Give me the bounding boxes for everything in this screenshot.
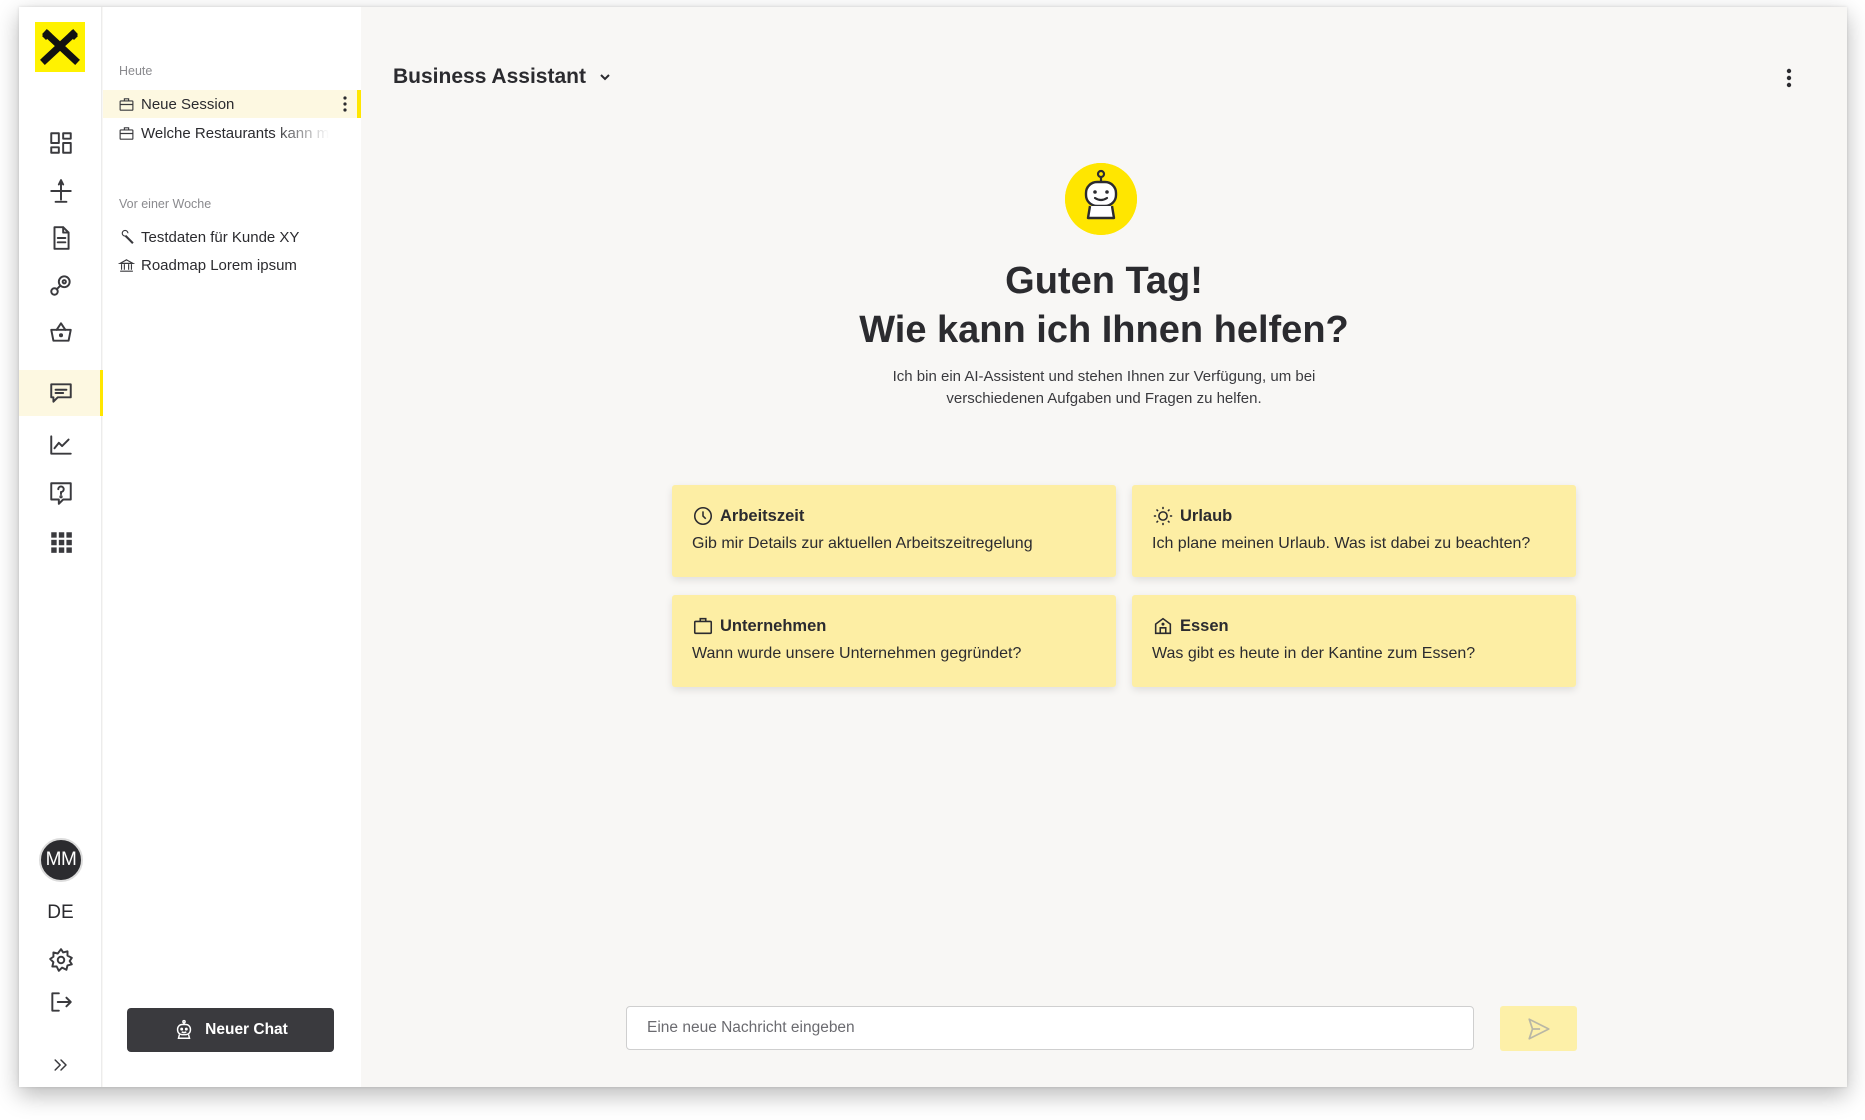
session-label: Roadmap Lorem ipsum [141,256,297,274]
suggestion-card-urlaub[interactable]: Urlaub Ich plane meinen Urlaub. Was ist … [1132,485,1576,577]
clock-icon [693,506,713,526]
briefcase-icon [693,617,713,635]
greeting-title: Guten Tag! [1005,260,1203,302]
session-sidebar: Heute Neue Session Welche Restaurants ka… [103,7,361,1087]
icon-rail: MM DE [19,7,104,1087]
card-text: Gib mir Details zur aktuellen Arbeitszei… [692,535,1033,552]
rail-analytics[interactable] [19,422,102,468]
wrench-icon [121,229,134,244]
card-title: Essen [1180,616,1229,635]
session-item[interactable]: Testdaten für Kunde XY [103,223,361,251]
card-text: Wann wurde unsere Unternehmen gegründet? [692,645,1022,662]
logout-icon [50,992,72,1012]
suggestion-card-unternehmen[interactable]: Unternehmen Wann wurde unsere Unternehme… [672,595,1116,687]
rail-dashboard[interactable] [19,120,102,166]
app-window: MM DE Heute Neue Session Welche Restaura… [19,7,1847,1087]
greeting-subtitle: Wie kann ich Ihnen helfen? [859,309,1349,351]
main-panel: Business Assistant Guten Tag! Wie kann i… [361,7,1847,1087]
rail-help[interactable] [19,470,102,516]
language-switch[interactable]: DE [19,902,102,924]
message-input[interactable] [626,1006,1474,1050]
assistant-avatar [1065,163,1137,235]
session-item[interactable]: Roadmap Lorem ipsum [103,251,361,279]
suggestion-card-arbeitszeit[interactable]: Arbeitszeit Gib mir Details zur aktuelle… [672,485,1116,577]
sun-icon [1153,506,1173,526]
integration-icon [49,275,71,296]
new-chat-label: Neuer Chat [205,1021,288,1038]
session-item[interactable]: Welche Restaurants kann m [103,119,343,147]
chat-icon [49,383,72,403]
airplane-icon [49,179,72,203]
briefcase-icon [119,126,134,140]
text-fade [273,119,343,147]
suggestion-card-essen[interactable]: Essen Was gibt es heute in der Kantine z… [1132,595,1576,687]
card-text: Was gibt es heute in der Kantine zum Ess… [1152,645,1476,662]
more-vertical-icon[interactable] [343,96,347,112]
page-title: Business Assistant [393,65,586,88]
robot-icon [1065,163,1137,235]
rail-travel[interactable] [19,168,102,214]
rail-expand[interactable] [19,1042,102,1087]
gear-icon [48,948,73,972]
description-line: verschiedenen Aufgaben und Fragen zu hel… [946,390,1262,407]
session-item[interactable]: Neue Session [103,90,361,118]
rail-integrations[interactable] [19,262,102,308]
user-avatar[interactable]: MM [39,838,83,882]
rail-apps[interactable] [19,519,102,565]
greeting-description: Ich bin ein AI-Assistent und stehen Ihne… [361,366,1847,410]
card-title: Urlaub [1180,506,1233,525]
chevron-down-icon [600,74,610,81]
dashboard-icon [49,132,72,154]
bank-icon [118,258,135,272]
rail-shop[interactable] [19,309,102,355]
help-icon [49,482,72,505]
house-icon [1154,617,1172,635]
session-label: Testdaten für Kunde XY [141,228,300,246]
assistant-selector[interactable]: Business Assistant [393,65,612,89]
more-vertical-icon[interactable] [1785,67,1793,89]
send-button[interactable] [1500,1006,1577,1051]
card-title: Arbeitszeit [720,506,805,525]
description-line: Ich bin ein AI-Assistent und stehen Ihne… [892,368,1316,385]
card-title: Unternehmen [720,616,827,635]
briefcase-icon [119,97,134,111]
rail-chat[interactable] [19,370,104,416]
basket-icon [49,322,72,342]
rail-settings[interactable] [19,937,102,983]
apps-grid-icon [50,532,72,553]
raiffeisen-logo[interactable] [35,22,85,72]
double-chevron-right-icon [53,1059,67,1071]
rail-logout[interactable] [19,979,102,1025]
send-icon [1527,1017,1550,1040]
rail-documents[interactable] [19,215,102,261]
document-icon [53,226,70,250]
robot-icon [177,1019,192,1039]
group-label-today: Heute [119,64,153,78]
chart-icon [49,435,72,455]
new-chat-button[interactable]: Neuer Chat [127,1008,334,1052]
group-label-last-week: Vor einer Woche [119,197,212,211]
card-text: Ich plane meinen Urlaub. Was ist dabei z… [1152,535,1531,552]
session-label: Neue Session [141,95,235,113]
